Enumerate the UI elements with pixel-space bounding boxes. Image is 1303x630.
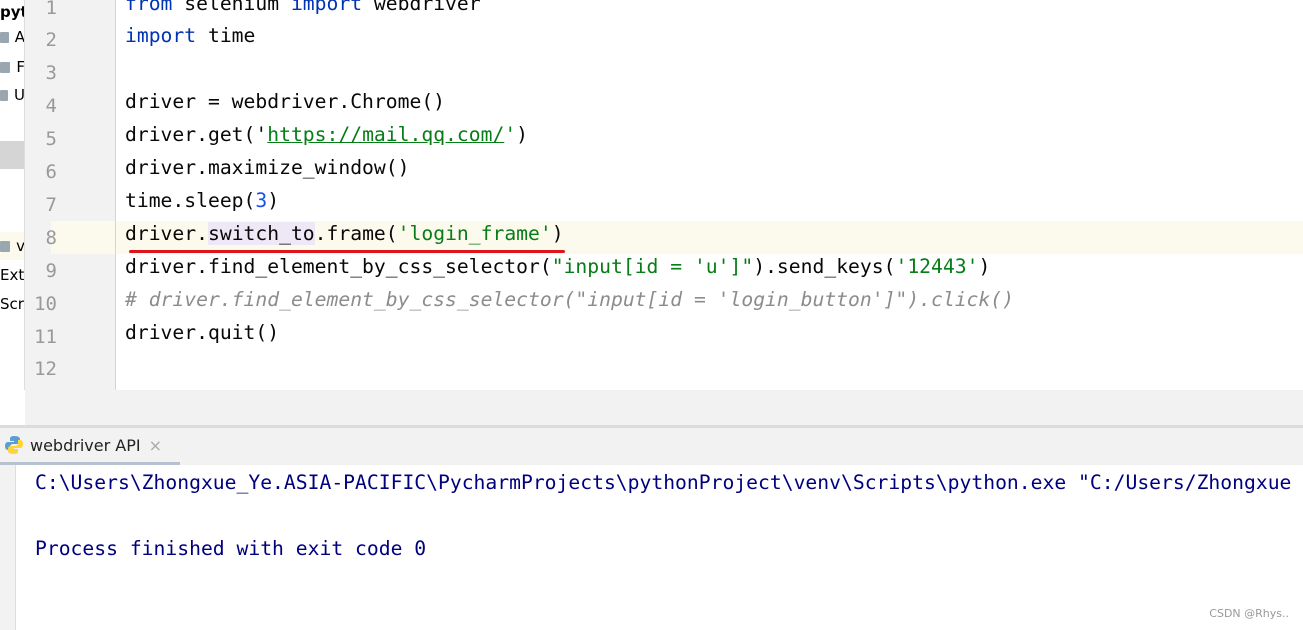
- line-number: 10: [34, 292, 57, 315]
- python-icon: [5, 436, 23, 454]
- code-line[interactable]: import time: [125, 24, 255, 57]
- sidebar-item-label: Scra: [0, 295, 24, 313]
- folder-icon: [0, 240, 11, 252]
- code-token: driver.quit(): [125, 320, 280, 344]
- close-icon[interactable]: ×: [149, 436, 162, 455]
- code-token: .frame(: [314, 221, 398, 245]
- sidebar-item[interactable]: Exte: [0, 261, 25, 289]
- line-number: 7: [45, 193, 57, 216]
- sidebar-item-label: A: [14, 28, 25, 46]
- sidebar-item[interactable]: U: [0, 81, 25, 109]
- sidebar-item[interactable]: [0, 173, 24, 201]
- code-line[interactable]: driver.maximize_window(): [125, 156, 409, 189]
- console-line: C:\Users\Zhongxue_Ye.ASIA-PACIFIC\Pychar…: [35, 471, 1292, 494]
- code-token: ): [516, 123, 529, 147]
- sidebar-item[interactable]: A: [0, 23, 25, 51]
- folder-icon: [0, 61, 11, 73]
- code-token: ): [267, 188, 280, 212]
- code-token: import: [290, 0, 363, 15]
- folder-icon: [0, 31, 9, 43]
- code-token: switch_to: [207, 221, 315, 245]
- code-token: import: [125, 24, 197, 48]
- watermark: CSDN @Rhys..: [1209, 607, 1289, 620]
- sidebar-item-label: Exte: [0, 266, 25, 284]
- code-token: '12443': [895, 254, 979, 278]
- sidebar-item-label: U: [14, 86, 25, 104]
- sidebar-item-label: pyth: [0, 3, 24, 21]
- sidebar-bottom: [0, 390, 25, 425]
- line-number: 11: [34, 325, 57, 348]
- code-token: "input[id = 'u']": [551, 254, 754, 278]
- line-number: 9: [45, 259, 57, 282]
- code-token: webdriver: [362, 0, 481, 15]
- run-tab[interactable]: webdriver API ×: [0, 428, 180, 465]
- code-token: driver.maximize_window(): [125, 156, 410, 179]
- sidebar-item-label: v: [16, 237, 25, 255]
- code-token: driver.get(: [125, 123, 256, 147]
- sidebar-item[interactable]: v: [0, 232, 25, 260]
- sidebar-item[interactable]: F: [0, 53, 25, 81]
- line-number: 6: [45, 161, 57, 183]
- code-token: selenium: [172, 0, 291, 15]
- code-line[interactable]: driver.find_element_by_css_selector("inp…: [125, 255, 990, 288]
- code-token: ): [978, 254, 991, 278]
- code-line[interactable]: driver.get('https://mail.qq.com/'): [125, 123, 528, 156]
- folder-icon: [0, 89, 9, 101]
- project-sidebar: pyth AFUv Exte Scra: [0, 0, 25, 390]
- code-token: 'login_frame': [397, 221, 552, 245]
- sidebar-item-label: F: [16, 58, 25, 76]
- sidebar-item[interactable]: Scra: [0, 290, 24, 318]
- code-line[interactable]: time.sleep(3): [125, 189, 279, 222]
- run-side-toolbar: [0, 465, 15, 630]
- code-token: https://mail.qq.com/: [267, 123, 505, 147]
- code-editor[interactable]: from selenium import webdriver import tim…: [116, 0, 1303, 390]
- sidebar-item[interactable]: [0, 113, 24, 141]
- line-number: 1: [45, 0, 57, 19]
- code-token: time: [196, 24, 256, 48]
- editor-bottom-area: [25, 390, 1303, 425]
- line-number: 12: [34, 358, 57, 381]
- code-token: # driver.find_element_by_css_selector("i…: [125, 287, 1014, 311]
- sidebar-item[interactable]: [0, 141, 24, 169]
- console-output[interactable]: C:\Users\Zhongxue_Ye.ASIA-PACIFIC\Pychar…: [15, 465, 1303, 630]
- current-line-gutter-highlight: [51, 221, 115, 254]
- code-line[interactable]: driver.quit(): [125, 321, 279, 354]
- code-token: driver.: [125, 221, 208, 245]
- code-token: driver = webdriver.Chrome(): [125, 90, 446, 114]
- line-number: 3: [45, 62, 57, 85]
- error-underline: [129, 250, 565, 253]
- line-number: 2: [45, 29, 57, 52]
- code-token: driver.find_element_by_css_selector(: [125, 254, 552, 278]
- run-toolbar: webdriver API ×: [0, 428, 1303, 465]
- code-token: ).send_keys(: [753, 254, 896, 278]
- code-token: ): [551, 221, 564, 245]
- line-number: 4: [45, 95, 57, 118]
- code-token: 3: [255, 188, 268, 212]
- console-line: Process finished with exit code 0: [35, 537, 427, 560]
- line-number: 5: [45, 128, 57, 151]
- code-token: ': [504, 123, 517, 147]
- code-line[interactable]: from selenium import webdriver: [125, 0, 481, 25]
- code-line[interactable]: # driver.find_element_by_css_selector("i…: [125, 288, 1014, 321]
- line-number: 8: [45, 226, 57, 249]
- code-token: time.sleep(: [125, 188, 256, 212]
- line-number-gutter: 1 2 3 4 5 6 7 8 9 10 11 12: [25, 0, 116, 390]
- code-token: from: [125, 0, 173, 15]
- sidebar-item[interactable]: [0, 201, 24, 229]
- code-token: ': [255, 123, 268, 147]
- run-tab-label: webdriver API: [30, 435, 141, 455]
- code-line[interactable]: driver = webdriver.Chrome(): [125, 90, 445, 123]
